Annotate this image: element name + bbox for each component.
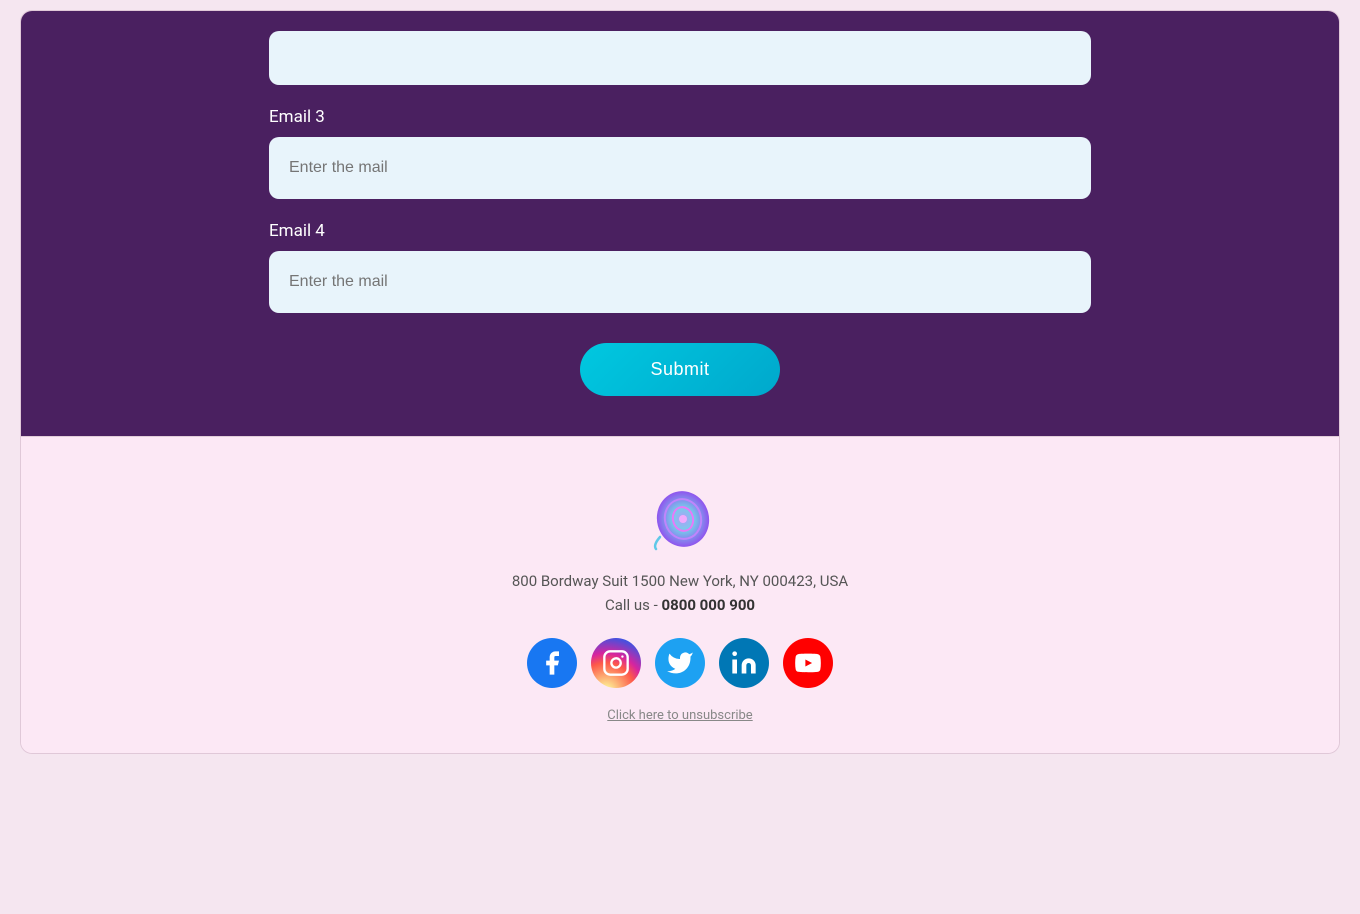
footer-section: 800 Bordway Suit 1500 New York, NY 00042… — [21, 447, 1339, 753]
youtube-icon[interactable] — [783, 638, 833, 688]
unsubscribe-link[interactable]: Click here to unsubscribe — [607, 708, 752, 723]
facebook-icon[interactable] — [527, 638, 577, 688]
logo-icon — [648, 487, 713, 552]
email-top-input[interactable] — [269, 31, 1091, 85]
linkedin-icon[interactable] — [719, 638, 769, 688]
email4-input[interactable] — [269, 251, 1091, 313]
section-divider — [21, 436, 1339, 437]
instagram-icon[interactable] — [591, 638, 641, 688]
phone-number: 0800 000 900 — [662, 596, 756, 614]
email3-input[interactable] — [269, 137, 1091, 199]
top-input-wrapper — [269, 31, 1091, 85]
page-wrapper: Email 3 Email 4 Submit — [20, 10, 1340, 754]
email4-label: Email 4 — [269, 221, 1091, 241]
social-icons-container — [527, 638, 833, 688]
call-prefix: Call us - — [605, 596, 662, 614]
email3-label: Email 3 — [269, 107, 1091, 127]
call-text: Call us - 0800 000 900 — [605, 596, 755, 614]
submit-button[interactable]: Submit — [580, 343, 779, 396]
form-section: Email 3 Email 4 Submit — [21, 11, 1339, 436]
address-text: 800 Bordway Suit 1500 New York, NY 00042… — [512, 572, 848, 590]
twitter-icon[interactable] — [655, 638, 705, 688]
